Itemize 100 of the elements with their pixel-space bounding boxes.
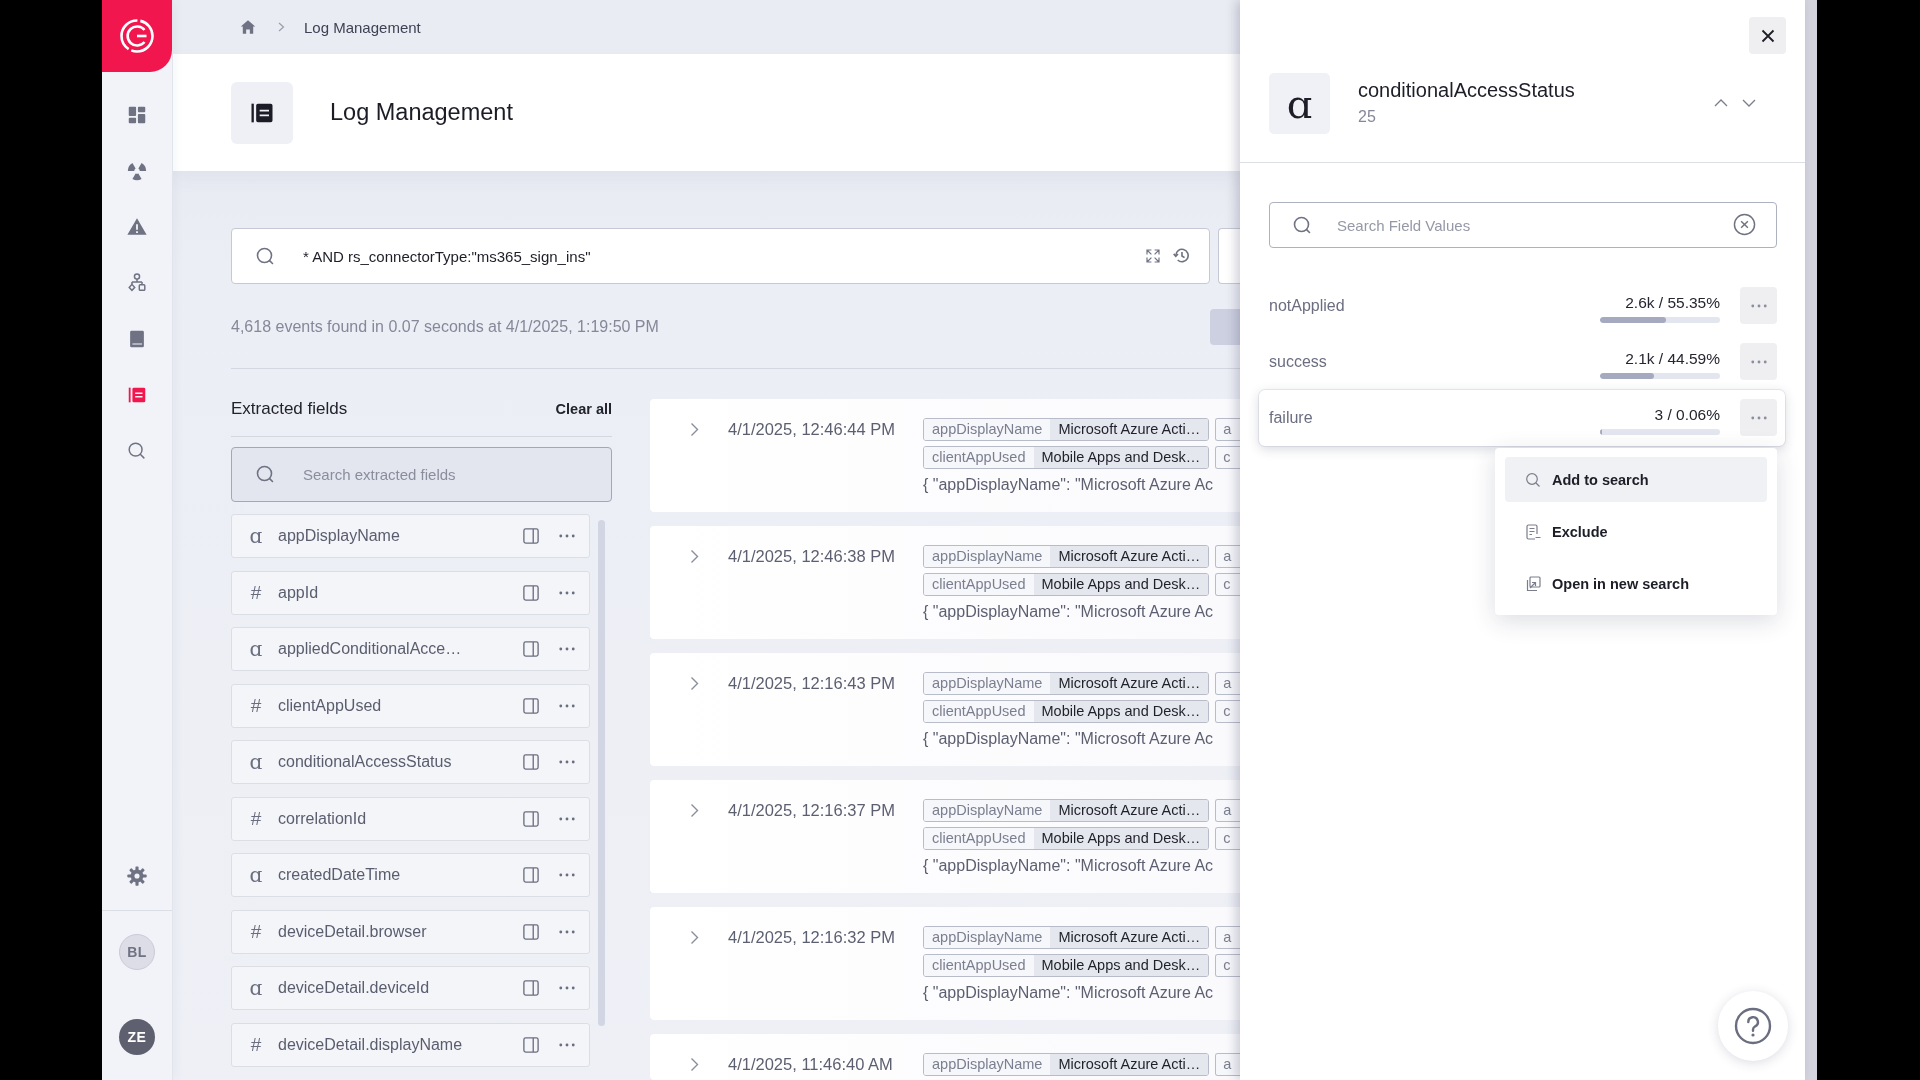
menu-item[interactable]: Exclude [1505,509,1767,554]
field-tag[interactable]: appDisplayName Microsoft Azure Acti… [923,926,1210,949]
type-icon: # [246,696,266,715]
chevron-right-icon[interactable] [690,549,699,564]
field-tag[interactable]: c [1215,446,1240,469]
menu-item[interactable]: Open in new search [1505,561,1767,606]
more-icon[interactable] [559,873,575,877]
field-item[interactable]: # deviceDetail.browser [231,909,590,954]
expand-icon[interactable] [1145,248,1161,264]
value-row[interactable]: success 2.1k / 44.59% [1269,339,1777,385]
chevron-right-icon[interactable] [690,422,699,437]
more-icon[interactable] [559,703,575,708]
field-tag[interactable]: c [1215,573,1240,596]
event-card[interactable]: 4/1/2025, 12:16:43 PM appDisplayName Microsoft Azure Acti… a clientAppUsed Mobile Apps and Desk… c { "appDisplayName": "Microsoft Azure Ac [650,653,1240,766]
field-item[interactable]: # appId [231,570,590,615]
chevron-down-icon[interactable] [1742,99,1756,107]
split-panel-icon[interactable] [523,923,539,940]
field-tag[interactable]: a [1215,799,1240,822]
split-panel-icon[interactable] [523,810,539,827]
field-item[interactable]: ɑ appliedConditionalAcce… [231,627,590,671]
field-name: appliedConditionalAcce… [278,640,463,658]
event-card[interactable]: 4/1/2025, 12:16:37 PM appDisplayName Microsoft Azure Acti… a clientAppUsed Mobile Apps and Desk… c { "appDisplayName": "Microsoft Azure Ac [650,780,1240,893]
split-panel-icon[interactable] [523,867,539,883]
query-field[interactable]: * AND rs_connectorType:"ms365_sign_ins" [231,228,1210,284]
event-card[interactable]: 4/1/2025, 12:46:38 PM appDisplayName Microsoft Azure Acti… a clientAppUsed Mobile Apps and Desk… c { "appDisplayName": "Microsoft Azure Ac [650,526,1240,639]
clear-icon[interactable] [1733,213,1756,236]
hierarchy-icon[interactable] [126,272,148,294]
field-item[interactable]: ɑ conditionalAccessStatus [231,740,590,784]
field-tag[interactable]: appDisplayName Microsoft Azure Acti… [923,418,1210,441]
more-icon[interactable] [559,816,575,821]
dashboard-icon[interactable] [126,104,148,126]
chevron-right-icon[interactable] [690,803,699,818]
field-tag[interactable]: a [1215,545,1240,568]
help-button[interactable] [1718,991,1788,1061]
home-icon[interactable] [240,19,256,35]
field-tag[interactable]: c [1215,700,1240,723]
field-item[interactable]: # deviceDetail.displayName [231,1022,590,1067]
log-list-icon [231,81,293,144]
user-avatar[interactable]: BL [119,934,155,970]
split-panel-icon[interactable] [523,697,539,714]
more-icon[interactable] [559,534,575,538]
input-field[interactable] [1218,228,1240,284]
settings-icon[interactable] [126,865,148,887]
field-tag[interactable]: a [1215,1053,1240,1076]
user-avatar[interactable]: ZE [119,1019,155,1055]
chevron-right-icon[interactable] [690,676,699,691]
field-tag[interactable]: clientAppUsed Mobile Apps and Desk… [923,700,1210,723]
event-card[interactable]: 4/1/2025, 12:46:44 PM appDisplayName Microsoft Azure Acti… a clientAppUsed Mobile Apps and Desk… c { "appDisplayName": "Microsoft Azure Ac [650,399,1240,512]
split-panel-icon[interactable] [523,584,539,601]
more-icon[interactable] [559,1042,575,1047]
field-tag[interactable]: clientAppUsed Mobile Apps and Desk… [923,827,1210,850]
field-item[interactable]: ɑ appDisplayName [231,514,590,558]
event-card[interactable]: 4/1/2025, 12:16:32 PM appDisplayName Microsoft Azure Acti… a clientAppUsed Mobile Apps and Desk… c { "appDisplayName": "Microsoft Azure Ac [650,907,1240,1020]
menu-item[interactable]: Add to search [1505,457,1767,502]
logo-icon[interactable] [102,0,172,72]
split-panel-icon[interactable] [523,641,539,657]
field-tag[interactable]: clientAppUsed Mobile Apps and Desk… [923,446,1210,469]
field-tag[interactable]: appDisplayName Microsoft Azure Acti… [923,672,1210,695]
more-icon[interactable] [559,929,575,934]
field-tag[interactable]: a [1215,926,1240,949]
field-tag[interactable]: clientAppUsed Mobile Apps and Desk… [923,954,1210,977]
chevron-right-icon[interactable] [690,930,699,945]
close-button[interactable] [1749,17,1786,54]
split-panel-icon[interactable] [523,1036,539,1053]
field-item[interactable]: ɑ createdDateTime [231,853,590,897]
more-icon[interactable] [559,986,575,990]
warning-icon[interactable] [126,216,148,238]
event-card[interactable]: 4/1/2025, 11:46:40 AM appDisplayName Microsoft Azure Acti… a [650,1034,1240,1080]
scrollbar-track[interactable] [1805,0,1817,1080]
search-field[interactable]: Search extracted fields [231,447,612,502]
more-icon [1750,415,1767,420]
value-row[interactable]: notApplied 2.6k / 55.35% [1269,283,1777,329]
field-tag[interactable]: c [1215,827,1240,850]
search-icon [1525,471,1541,488]
split-panel-icon[interactable] [523,754,539,770]
field-item[interactable]: ɑ deviceDetail.deviceId [231,966,590,1010]
clear-all-button[interactable]: Clear all [555,397,612,421]
field-tag[interactable]: a [1215,418,1240,441]
field-tag[interactable]: appDisplayName Microsoft Azure Acti… [923,1053,1210,1076]
scrollbar-thumb[interactable] [598,520,605,1026]
field-item[interactable]: # clientAppUsed [231,683,590,728]
trefoil-icon[interactable] [126,160,148,182]
tag-key: c [1216,701,1231,722]
field-tag[interactable]: a [1215,672,1240,695]
value-label: success [1269,352,1328,372]
search-field[interactable]: Search Field Values [1269,202,1777,248]
field-item[interactable]: # correlationId [231,796,590,841]
field-tag[interactable]: appDisplayName Microsoft Azure Acti… [923,799,1210,822]
history-icon[interactable] [1172,246,1191,265]
field-tag[interactable]: c [1215,954,1240,977]
split-panel-icon[interactable] [523,980,539,996]
field-tag[interactable]: appDisplayName Microsoft Azure Acti… [923,545,1210,568]
more-icon[interactable] [559,760,575,764]
chevron-right-icon[interactable] [690,1057,699,1072]
field-tag[interactable]: clientAppUsed Mobile Apps and Desk… [923,573,1210,596]
more-icon[interactable] [559,590,575,595]
more-icon[interactable] [559,647,575,651]
chevron-up-icon[interactable] [1714,99,1728,107]
value-row[interactable]: failure 3 / 0.06% [1259,390,1785,446]
split-panel-icon[interactable] [523,528,539,544]
